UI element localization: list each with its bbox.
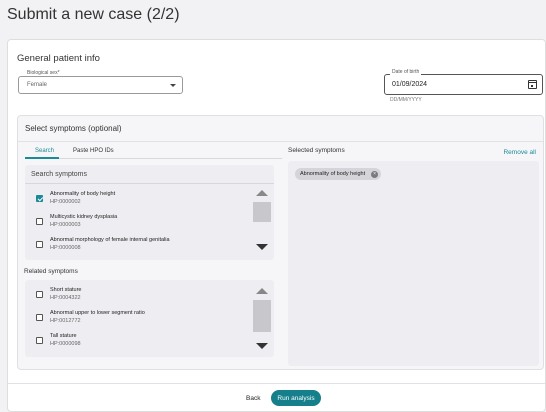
symptom-name: Abnormality of body height (50, 191, 116, 197)
biological-sex-select[interactable]: Biological sex* Female (18, 70, 183, 94)
list-item[interactable]: Short stature HP:0004322 (25, 285, 253, 307)
chip-label: Abnormality of body height (300, 171, 366, 177)
active-tab-indicator (25, 157, 59, 159)
patient-info-heading: General patient info (17, 53, 100, 64)
calendar-icon[interactable] (528, 80, 537, 89)
symptom-code: HP:0000098 (50, 341, 81, 347)
list-item[interactable]: Tall stature HP:0000098 (25, 331, 253, 353)
date-of-birth-field[interactable]: Date of birth 01/09/2024 (384, 69, 543, 95)
list-item[interactable]: Abnormal upper to lower segment ratio HP… (25, 308, 253, 330)
checkbox[interactable] (36, 314, 43, 321)
selected-symptom-chip: Abnormality of body height × (295, 168, 382, 180)
symptom-code: HP:0004322 (50, 295, 81, 301)
scroll-down-arrow-icon[interactable] (256, 244, 268, 250)
scrollbar-thumb[interactable] (253, 202, 271, 222)
close-icon[interactable]: × (371, 170, 379, 178)
symptom-name: Tall stature (50, 333, 77, 339)
checkbox[interactable] (36, 218, 43, 225)
divider (25, 183, 274, 184)
related-symptoms-box: Short stature HP:0004322 Abnormal upper … (25, 280, 274, 357)
footer-divider (8, 383, 545, 384)
symptom-name: Abnormal upper to lower segment ratio (50, 310, 145, 316)
selected-symptoms-box: Abnormality of body height × (288, 161, 539, 366)
back-button[interactable]: Back (246, 395, 260, 402)
scroll-up-arrow-icon[interactable] (256, 288, 268, 294)
biological-sex-label: Biological sex* (25, 70, 62, 76)
page-title: Submit a new case (2/2) (7, 6, 180, 23)
date-of-birth-value: 01/09/2024 (392, 81, 428, 88)
search-results-box: Search symptoms Abnormality of body heig… (25, 165, 274, 260)
date-format-hint: DD/MM/YYYY (390, 97, 422, 103)
scrollbar-thumb[interactable] (253, 300, 271, 332)
symptom-name: Short stature (50, 287, 82, 293)
symptom-name: Abnormal morphology of female internal g… (50, 237, 170, 243)
symptom-code: HP:0012772 (50, 318, 81, 324)
tab-paste-hpo-ids[interactable]: Paste HPO IDs (73, 148, 114, 154)
list-item[interactable]: Multicystic kidney dysplasia HP:0000003 (25, 212, 253, 234)
symptom-name: Multicystic kidney dysplasia (50, 214, 118, 220)
list-item[interactable]: Abnormal morphology of female internal g… (25, 235, 253, 257)
search-symptoms-input[interactable]: Search symptoms (31, 171, 87, 178)
list-item[interactable]: Abnormality of body height HP:0000002 (25, 189, 253, 211)
symptom-code: HP:0000002 (50, 199, 81, 205)
selected-symptoms-heading: Selected symptoms (288, 147, 345, 154)
checkbox[interactable] (36, 195, 43, 202)
case-form-card: General patient info Biological sex* Fem… (7, 39, 546, 412)
checkbox[interactable] (36, 291, 43, 298)
checkbox[interactable] (36, 241, 43, 248)
checkbox[interactable] (36, 337, 43, 344)
symptom-code: HP:0000003 (50, 222, 81, 228)
scroll-down-arrow-icon[interactable] (256, 343, 268, 349)
biological-sex-value: Female (27, 82, 48, 88)
symptom-code: HP:0000008 (50, 245, 81, 251)
related-symptoms-heading: Related symptoms (24, 268, 78, 275)
run-analysis-button[interactable]: Run analysis (271, 390, 321, 406)
remove-all-link[interactable]: Remove all (503, 149, 536, 156)
symptoms-heading: Select symptoms (optional) (25, 124, 122, 133)
tab-search[interactable]: Search (35, 148, 54, 154)
date-of-birth-label: Date of birth (390, 69, 422, 75)
chevron-down-icon (170, 84, 176, 87)
tabs-underline (25, 158, 282, 159)
divider (18, 141, 543, 142)
scroll-up-arrow-icon[interactable] (256, 190, 268, 196)
symptoms-panel: Select symptoms (optional) Search Paste … (17, 115, 544, 370)
